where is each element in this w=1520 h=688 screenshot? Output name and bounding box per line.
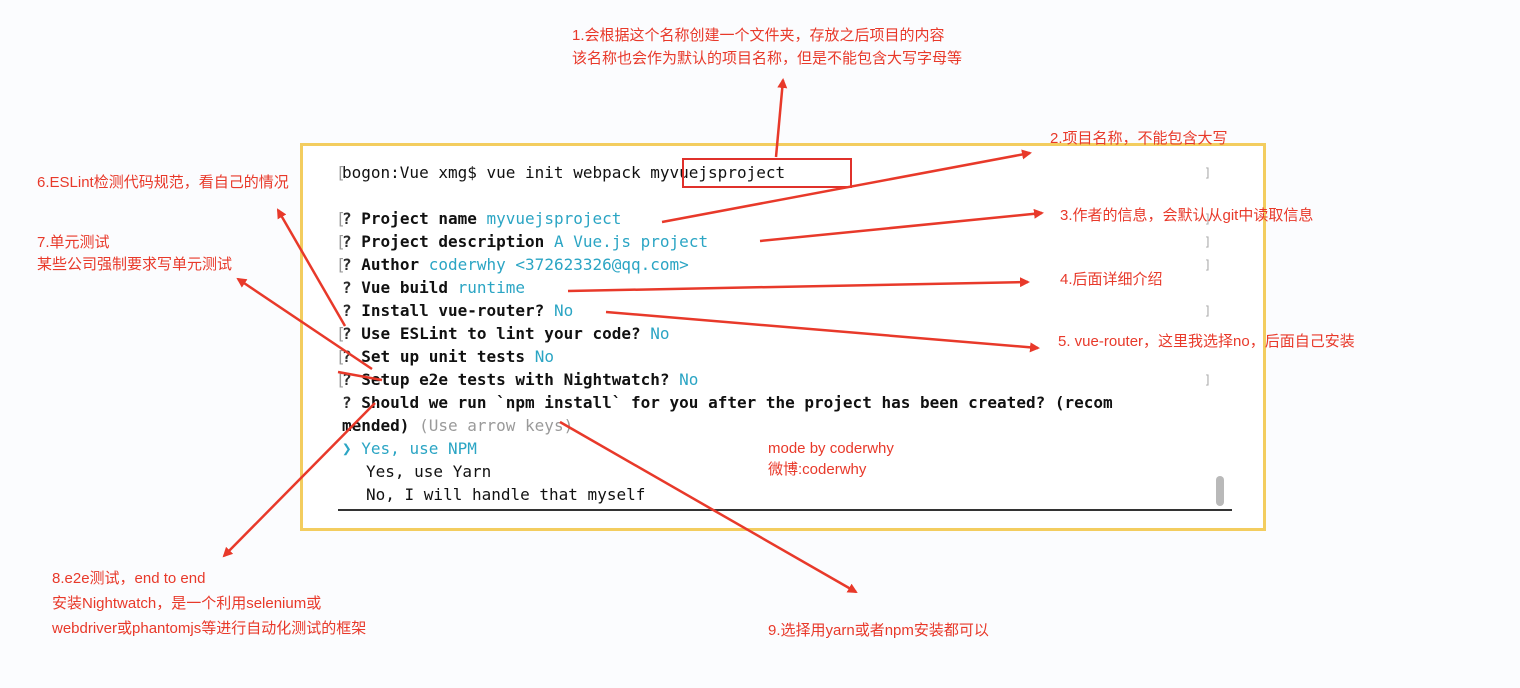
pointer-icon: ❯ xyxy=(342,439,352,458)
question-mark-icon: ? xyxy=(342,255,352,274)
line-bracket: ] xyxy=(1204,235,1212,249)
prompt-npm-install: ? Should we run `npm install` for you af… xyxy=(342,392,1113,414)
prompt-value: myvuejsproject xyxy=(486,209,622,228)
question-mark-icon: ? xyxy=(342,232,352,251)
prompt-label: Should we run `npm install` for you afte… xyxy=(361,393,1113,412)
question-mark-icon: ? xyxy=(342,278,352,297)
prompt-author: ? Author coderwhy <372623326@qq.com> xyxy=(342,254,689,276)
question-mark-icon: ? xyxy=(342,301,352,320)
prompt-vue-router: ? Install vue-router? No xyxy=(342,300,573,322)
annotation-1-line1: 1.会根据这个名称创建一个文件夹，存放之后项目的内容 xyxy=(572,27,945,44)
question-mark-icon: ? xyxy=(342,324,352,343)
annotation-3: 3.作者的信息，会默认从git中读取信息 xyxy=(1060,207,1314,224)
credit-line1: mode by coderwhy xyxy=(768,440,894,457)
prompt-value: No xyxy=(534,347,554,366)
project-arg-highlight xyxy=(682,158,852,188)
annotation-8-line1: 8.e2e测试，end to end xyxy=(52,570,206,587)
question-mark-icon: ? xyxy=(342,209,352,228)
option-label: Yes, use NPM xyxy=(361,439,477,458)
question-mark-icon: ? xyxy=(342,393,352,412)
option-yes-npm[interactable]: ❯ Yes, use NPM xyxy=(342,438,477,460)
prompt-hint: (Use arrow keys) xyxy=(419,416,574,435)
annotation-6: 6.ESLint检测代码规范，看自己的情况 xyxy=(37,174,289,191)
annotation-7-line1: 7.单元测试 xyxy=(37,234,110,251)
annotation-1-line2: 该名称也会作为默认的项目名称，但是不能包含大写字母等 xyxy=(572,50,963,67)
prompt-vue-build: ? Vue build runtime xyxy=(342,277,525,299)
prompt-label: Project name xyxy=(361,209,477,228)
annotation-8-line3: webdriver或phantomjs等进行自动化测试的框架 xyxy=(52,620,367,637)
prompt-label: Project description xyxy=(361,232,545,251)
command-prefix: bogon:Vue xmg$ vue init webpack xyxy=(342,163,651,182)
prompt-label: mended) xyxy=(342,416,410,435)
option-yes-yarn[interactable]: Yes, use Yarn xyxy=(366,461,491,483)
prompt-eslint: ? Use ESLint to lint your code? No xyxy=(342,323,670,345)
terminal-divider xyxy=(338,509,1232,511)
line-bracket: ] xyxy=(1204,258,1212,272)
annotation-8-line2: 安装Nightwatch，是一个利用selenium或 xyxy=(52,595,322,612)
prompt-label: Use ESLint to lint your code? xyxy=(361,324,641,343)
prompt-value: runtime xyxy=(457,278,526,297)
line-bracket: ] xyxy=(1204,373,1212,387)
prompt-label: Setup e2e tests with Nightwatch? xyxy=(361,370,670,389)
option-label: No, I will handle that myself xyxy=(366,485,646,504)
question-mark-icon: ? xyxy=(342,347,352,366)
line-bracket: ] xyxy=(1204,304,1212,318)
option-label: Yes, use Yarn xyxy=(366,462,492,481)
prompt-value: No xyxy=(650,324,670,343)
prompt-label: Set up unit tests xyxy=(361,347,526,366)
prompt-label: Install vue-router? xyxy=(361,301,545,320)
annotation-5: 5. vue-router，这里我选择no，后面自己安装 xyxy=(1058,333,1355,350)
prompt-value: No xyxy=(679,370,699,389)
annotation-2: 2.项目名称，不能包含大写 xyxy=(1050,130,1228,147)
annotation-7-line2: 某些公司强制要求写单元测试 xyxy=(37,256,233,273)
prompt-unit-tests: ? Set up unit tests No xyxy=(342,346,554,368)
question-mark-icon: ? xyxy=(342,370,352,389)
terminal-scrollbar-thumb[interactable] xyxy=(1216,476,1224,506)
annotation-9: 9.选择用yarn或者npm安装都可以 xyxy=(768,622,989,639)
credit-line2: 微博:coderwhy xyxy=(768,461,867,478)
prompt-npm-install-cont: mended) (Use arrow keys) xyxy=(342,415,573,437)
prompt-value: coderwhy <372623326@qq.com> xyxy=(428,255,689,274)
annotation-4: 4.后面详细介绍 xyxy=(1060,271,1163,288)
prompt-label: Author xyxy=(361,255,420,274)
prompt-project-name: ? Project name myvuejsproject xyxy=(342,208,621,230)
option-no-manual[interactable]: No, I will handle that myself xyxy=(366,484,645,506)
line-bracket: ] xyxy=(1204,166,1212,180)
prompt-value: A Vue.js project xyxy=(553,232,709,251)
prompt-project-description: ? Project description A Vue.js project xyxy=(342,231,708,253)
prompt-label: Vue build xyxy=(361,278,448,297)
prompt-e2e-tests: ? Setup e2e tests with Nightwatch? No xyxy=(342,369,698,391)
prompt-value: No xyxy=(553,301,574,320)
